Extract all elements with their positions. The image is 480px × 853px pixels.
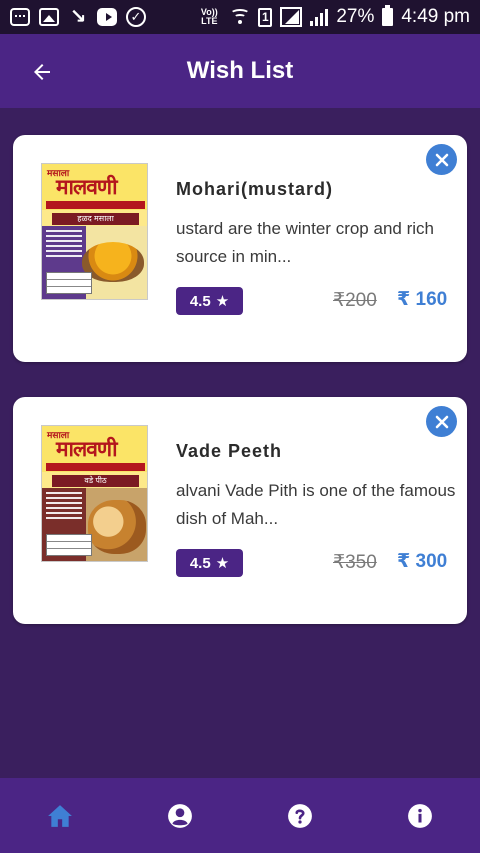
system-icons: Vo)) LTE 1 27% 4:49 pm — [192, 5, 470, 28]
help-icon — [288, 803, 312, 828]
battery-icon — [382, 5, 394, 26]
app-bar: Wish List — [0, 34, 480, 108]
arrow-left-icon — [34, 64, 50, 80]
star-icon: ★ — [215, 293, 230, 310]
product-name[interactable]: Mohari(mustard) — [176, 179, 333, 200]
remove-button[interactable] — [426, 144, 457, 175]
notification-icons: ↘ ✓ — [10, 7, 146, 27]
status-bar: ↘ ✓ Vo)) LTE 1 27% 4:49 pm — [0, 0, 480, 34]
nav-home[interactable] — [0, 778, 120, 853]
nav-help[interactable] — [240, 778, 360, 853]
gallery-icon — [39, 8, 59, 26]
volte-indicator: Vo)) LTE — [200, 7, 218, 26]
product-image: मसाला मालवणी हळद मसाला — [41, 163, 148, 300]
star-icon: ★ — [215, 555, 230, 572]
sale-price: ₹ 160 — [397, 289, 448, 310]
rating-value: 4.5 — [189, 292, 211, 310]
bottom-navigation — [0, 778, 480, 853]
info-icon — [408, 803, 432, 828]
product-image: मसाला मालवणी वडे पीठ — [41, 425, 148, 562]
close-icon — [435, 153, 448, 166]
sim-indicator: 1 — [258, 7, 273, 27]
signal-icon — [280, 7, 303, 27]
remove-button[interactable] — [426, 406, 457, 437]
back-button[interactable] — [22, 52, 62, 92]
clock: 4:49 pm — [401, 6, 470, 27]
message-icon — [10, 8, 30, 26]
missed-call-icon: ↘ — [69, 6, 87, 28]
original-price: ₹200 — [333, 290, 377, 311]
wishlist-item[interactable]: मसाला मालवणी वडे पीठ Vade Peeth alvani V… — [13, 397, 467, 624]
sale-price: ₹ 300 — [397, 551, 448, 572]
product-description: alvani Vade Pith is one of the famous di… — [176, 481, 456, 528]
product-description: ustard are the winter crop and rich sour… — [176, 219, 434, 266]
rating-badge: 4.5 ★ — [176, 549, 243, 577]
rating-value: 4.5 — [189, 554, 211, 572]
nav-account[interactable] — [120, 778, 240, 853]
page-title: Wish List — [186, 57, 294, 84]
check-circle-icon: ✓ — [126, 7, 146, 27]
home-icon — [48, 804, 72, 827]
youtube-icon — [97, 8, 117, 26]
account-icon — [168, 803, 192, 828]
rating-badge: 4.5 ★ — [176, 287, 243, 315]
product-name[interactable]: Vade Peeth — [176, 441, 282, 462]
signal-bars-icon — [310, 8, 329, 26]
battery-percent: 27% — [336, 6, 375, 27]
nav-info[interactable] — [360, 778, 480, 853]
close-icon — [435, 415, 448, 428]
original-price: ₹350 — [333, 552, 377, 573]
wishlist-item[interactable]: मसाला मालवणी हळद मसाला Mohari(mustard) u… — [13, 135, 467, 362]
wifi-icon — [230, 8, 251, 26]
